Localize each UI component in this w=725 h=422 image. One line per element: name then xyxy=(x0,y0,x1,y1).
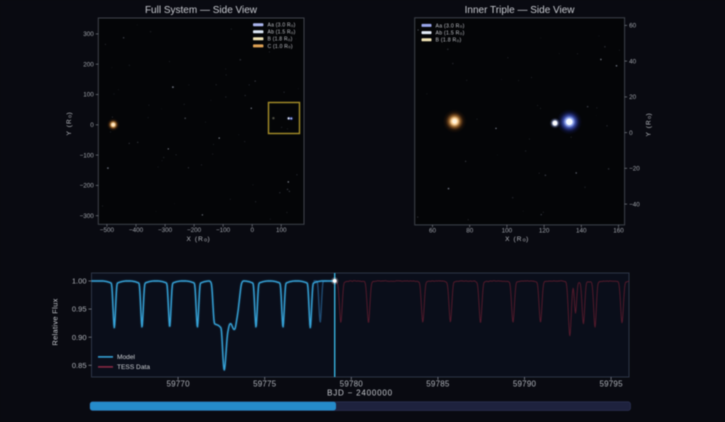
svg-text:−100: −100 xyxy=(80,152,95,159)
svg-text:1.00: 1.00 xyxy=(72,277,87,286)
svg-text:): ) xyxy=(66,111,73,114)
svg-text:): ) xyxy=(526,236,529,243)
svg-text:59785: 59785 xyxy=(426,380,450,389)
svg-text:−200: −200 xyxy=(187,227,202,234)
svg-text:40: 40 xyxy=(629,58,637,65)
svg-text:Aa (3.0 R: Aa (3.0 R xyxy=(436,23,460,29)
svg-text:20: 20 xyxy=(629,94,637,101)
svg-text:): ) xyxy=(208,236,211,243)
svg-text:−100: −100 xyxy=(216,227,231,234)
svg-text:C (1.0 R: C (1.0 R xyxy=(268,44,289,50)
svg-text:−500: −500 xyxy=(100,227,115,234)
svg-text:59775: 59775 xyxy=(253,380,277,389)
svg-text:): ) xyxy=(463,31,465,37)
svg-text:80: 80 xyxy=(466,228,474,235)
svg-text:−200: −200 xyxy=(80,183,95,190)
svg-text:59770: 59770 xyxy=(166,380,190,389)
svg-text:Full System — Side View: Full System — Side View xyxy=(145,5,258,16)
svg-text:): ) xyxy=(646,112,653,115)
svg-text:0: 0 xyxy=(250,227,254,234)
svg-text:−300: −300 xyxy=(158,227,173,234)
svg-text:Ab (1.5 R: Ab (1.5 R xyxy=(436,31,460,37)
svg-text:BJD − 2400000: BJD − 2400000 xyxy=(327,389,393,398)
svg-text:): ) xyxy=(459,38,461,44)
svg-text:−400: −400 xyxy=(129,227,144,234)
svg-text:X (R: X (R xyxy=(505,236,522,243)
svg-text:Inner Triple — Side View: Inner Triple — Side View xyxy=(465,5,576,16)
svg-text:160: 160 xyxy=(613,228,624,235)
svg-text:100: 100 xyxy=(83,92,94,99)
svg-text:Y (R: Y (R xyxy=(646,119,653,136)
svg-text:59795: 59795 xyxy=(599,380,623,389)
svg-text:60: 60 xyxy=(429,228,437,235)
svg-text:0.85: 0.85 xyxy=(72,361,87,370)
svg-text:0.95: 0.95 xyxy=(72,305,87,314)
svg-text:59790: 59790 xyxy=(513,380,537,389)
svg-text:): ) xyxy=(463,23,465,29)
svg-text:): ) xyxy=(291,44,293,50)
svg-text:): ) xyxy=(294,30,296,36)
svg-text:Relative Flux: Relative Flux xyxy=(51,298,60,345)
svg-text:Aa (3.0 R: Aa (3.0 R xyxy=(268,23,292,29)
svg-text:200: 200 xyxy=(83,61,94,68)
svg-text:TESS Data: TESS Data xyxy=(117,364,150,371)
svg-text:120: 120 xyxy=(539,228,550,235)
svg-text:X (R: X (R xyxy=(187,236,204,243)
svg-text:60: 60 xyxy=(629,23,637,30)
svg-text:100: 100 xyxy=(276,227,287,234)
svg-text:−300: −300 xyxy=(80,213,95,220)
svg-text:0.90: 0.90 xyxy=(72,333,87,342)
svg-text:Model: Model xyxy=(117,354,135,361)
svg-text:B (1.8 R: B (1.8 R xyxy=(268,37,288,43)
svg-text:140: 140 xyxy=(576,228,587,235)
svg-text:B (1.8 R: B (1.8 R xyxy=(436,38,457,44)
svg-text:−20: −20 xyxy=(629,166,640,173)
svg-text:): ) xyxy=(291,37,293,43)
svg-text:−40: −40 xyxy=(629,201,640,208)
svg-text:): ) xyxy=(294,23,296,29)
svg-text:Ab (1.5 R: Ab (1.5 R xyxy=(268,30,292,36)
svg-text:300: 300 xyxy=(83,31,94,38)
svg-text:Y (R: Y (R xyxy=(66,118,73,135)
svg-text:0: 0 xyxy=(90,122,94,129)
svg-text:59780: 59780 xyxy=(340,380,364,389)
svg-text:100: 100 xyxy=(502,228,513,235)
svg-text:0: 0 xyxy=(629,130,633,137)
